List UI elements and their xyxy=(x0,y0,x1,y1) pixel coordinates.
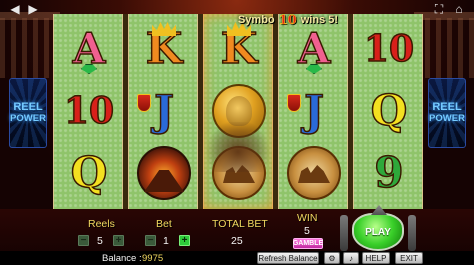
power-badge-line2: POWER xyxy=(429,112,465,124)
bet-value: 1 xyxy=(163,235,169,247)
play-button[interactable]: PLAY xyxy=(352,213,404,251)
symbol-king: K xyxy=(208,20,270,78)
reel-power-badge-left: REEL POWER xyxy=(9,78,47,148)
symbol-letter: A xyxy=(72,24,106,73)
bet-label: Bet xyxy=(156,218,172,230)
symbol-chariot xyxy=(283,144,345,202)
symbol-ace: A xyxy=(283,20,345,78)
symbol-letter: Q xyxy=(70,148,108,197)
symbol-letter: 10 xyxy=(363,28,415,70)
power-badge-line1: REEL xyxy=(432,101,462,114)
reel-5: 10 Q 9 xyxy=(353,14,423,209)
volcano-icon xyxy=(137,146,191,200)
symbol-jack: J xyxy=(283,82,345,140)
bet-minus-button[interactable]: − xyxy=(145,235,156,246)
symbol-queen: Q xyxy=(58,144,120,202)
balance-label: Balance : xyxy=(102,253,142,264)
symbol-queen: Q xyxy=(358,82,420,140)
symbol-volcano xyxy=(133,144,195,202)
reels-plus-button[interactable]: + xyxy=(113,235,124,246)
symbol-ten: 10 xyxy=(358,20,420,78)
sound-icon[interactable]: ♪ xyxy=(343,252,359,264)
win-message-symbol: 10 xyxy=(278,12,297,28)
win-message-suffix: wins 5! xyxy=(300,14,339,26)
reel-2: K J xyxy=(128,14,198,209)
exit-button[interactable]: EXIT xyxy=(395,252,423,264)
symbol-letter: J xyxy=(153,86,174,135)
total-bet-label: TOTAL BET xyxy=(212,218,268,230)
shield-icon xyxy=(137,94,151,112)
settings-gear-icon[interactable]: ⚙ xyxy=(324,252,340,264)
reels-label: Reels xyxy=(88,218,115,230)
power-badge-line1: REEL xyxy=(13,101,43,114)
gamble-button[interactable]: GAMBLE xyxy=(293,238,323,249)
symbol-king: K xyxy=(133,20,195,78)
volcano-smoke xyxy=(203,122,273,172)
power-badge-line2: POWER xyxy=(10,112,46,124)
symbol-letter: 10 xyxy=(63,90,115,132)
reel-area: A 10 Q K J K A J 10 Q 9 Symbo 10 wins 5! xyxy=(53,12,423,209)
shield-icon xyxy=(287,94,301,112)
volcano-cone xyxy=(144,170,184,192)
win-label: WIN xyxy=(297,212,318,224)
fullscreen-icon[interactable]: ⛶ xyxy=(432,2,446,16)
balance-value: 9975 xyxy=(142,253,164,264)
bet-plus-button[interactable]: + xyxy=(179,235,190,246)
temple-backdrop-left xyxy=(0,12,60,78)
refresh-balance-button[interactable]: Refresh Balance xyxy=(257,252,319,264)
win-message-prefix: Symbo xyxy=(237,14,275,26)
reels-value: 5 xyxy=(97,235,103,247)
total-bet-value: 25 xyxy=(231,235,243,247)
arrow-right-icon[interactable]: ▶ xyxy=(26,2,40,16)
symbol-ten: 10 xyxy=(58,82,120,140)
temple-backdrop-right xyxy=(414,12,474,78)
win-message: Symbo 10 wins 5! xyxy=(203,12,373,28)
home-icon[interactable]: ⌂ xyxy=(452,2,466,16)
help-button[interactable]: HELP xyxy=(362,252,390,264)
reels-minus-button[interactable]: − xyxy=(78,235,89,246)
reel-power-badge-right: REEL POWER xyxy=(428,78,466,148)
chariot-figure xyxy=(298,165,330,183)
symbol-letter: J xyxy=(303,86,324,135)
symbol-nine: 9 xyxy=(358,144,420,202)
autoplay-lever-right[interactable] xyxy=(408,215,416,251)
symbol-ace: A xyxy=(58,20,120,78)
reel-1: A 10 Q xyxy=(53,14,123,209)
symbol-letter: A xyxy=(297,24,331,73)
symbol-letter: Q xyxy=(370,86,408,135)
win-value: 5 xyxy=(304,225,310,237)
reel-4: A J xyxy=(278,14,348,209)
chariot-icon xyxy=(287,146,341,200)
reel-3: K xyxy=(203,14,273,209)
game-screen: ◀ ▶ ⛶ ⌂ REEL POWER REEL POWER A 10 Q K J… xyxy=(0,0,474,265)
symbol-letter: 9 xyxy=(374,148,405,197)
autoplay-lever-left[interactable] xyxy=(340,215,348,251)
symbol-jack: J xyxy=(133,82,195,140)
arrow-left-icon[interactable]: ◀ xyxy=(8,2,22,16)
